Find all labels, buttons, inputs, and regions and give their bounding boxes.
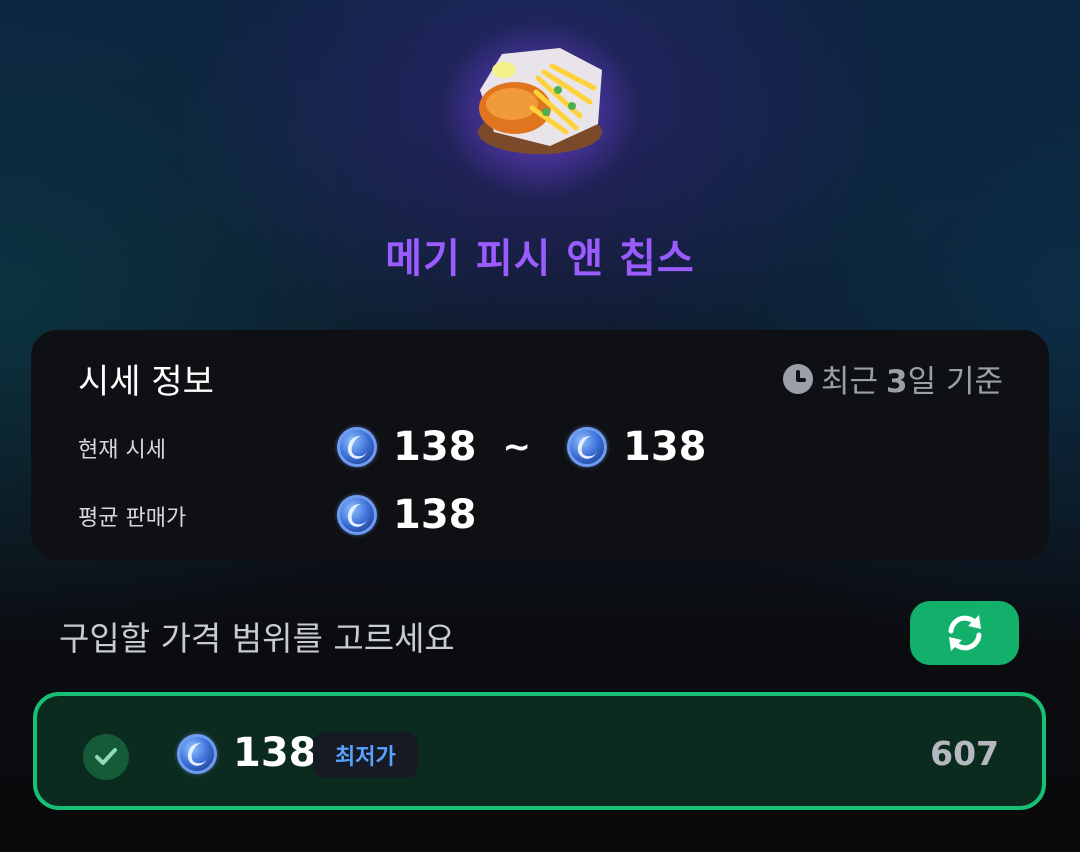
price-basis: 최근 3일 기준 xyxy=(782,356,1003,401)
moon-coin-icon xyxy=(177,734,217,774)
option-quantity: 607 xyxy=(930,734,999,773)
check-icon xyxy=(95,748,117,765)
current-price-max: 138 xyxy=(623,424,707,470)
refresh-icon xyxy=(948,615,981,651)
average-price-value: 138 xyxy=(393,492,477,538)
price-info-title: 시세 정보 xyxy=(78,362,214,402)
moon-coin-icon xyxy=(337,495,377,535)
moon-coin-icon xyxy=(337,427,377,467)
item-title: 메기 피시 앤 칩스 xyxy=(385,236,695,282)
moon-coin-icon xyxy=(567,427,607,467)
lowest-price-badge: 최저가 xyxy=(313,732,418,778)
current-price-min: 138 xyxy=(393,424,477,470)
average-price-label: 평균 판매가 xyxy=(78,506,187,531)
option-price: 138 xyxy=(233,730,317,776)
basis-days: 3 xyxy=(886,364,908,400)
selected-check[interactable] xyxy=(83,734,129,780)
clock-icon xyxy=(782,363,813,394)
price-info-card: 시세 정보 최근 3일 기준 현재 시세 138 ~ 138 평균 판매가 13… xyxy=(31,330,1049,560)
basis-suffix: 일 기준 xyxy=(907,364,1003,400)
average-price: 138 xyxy=(337,492,477,538)
range-separator: ~ xyxy=(502,427,532,467)
current-price-label: 현재 시세 xyxy=(78,438,166,463)
selection-prompt: 구입할 가격 범위를 고르세요 xyxy=(59,619,455,658)
refresh-button[interactable] xyxy=(910,601,1019,665)
price-option-row[interactable]: 138 최저가 607 xyxy=(33,692,1046,810)
item-image xyxy=(440,20,640,200)
basis-prefix: 최근 xyxy=(820,364,878,400)
current-price-range: 138 ~ 138 xyxy=(337,424,707,470)
